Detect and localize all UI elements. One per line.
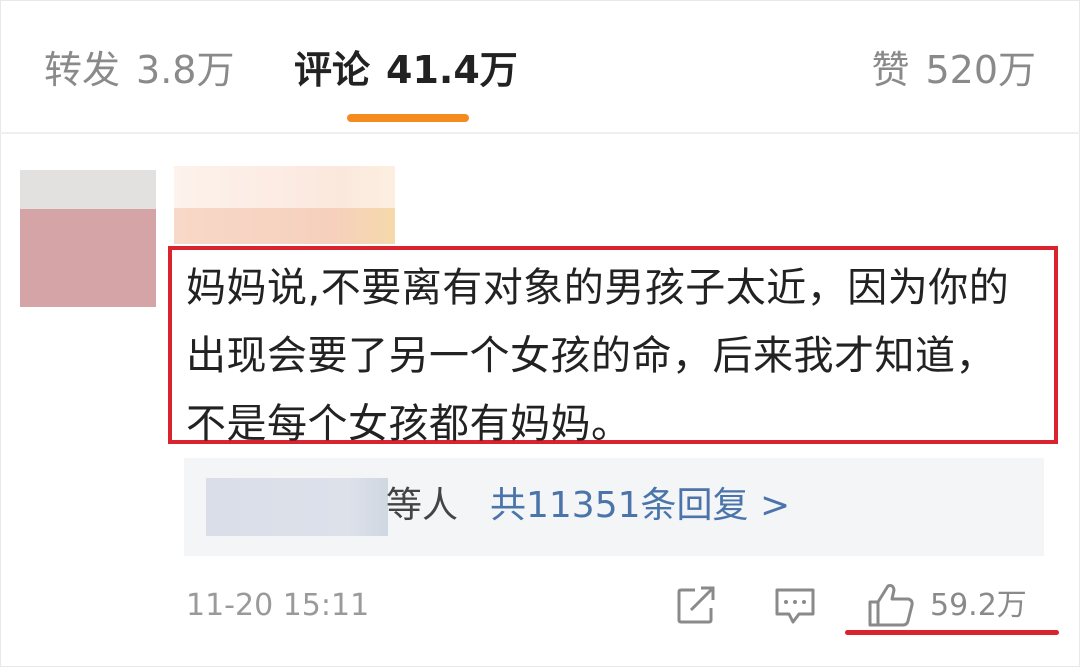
tab-repost[interactable]: 转发 3.8万 [44, 44, 234, 96]
tab-likes-count: 520万 [925, 48, 1036, 92]
commenter-name-blurred[interactable] [174, 166, 395, 244]
tab-likes[interactable]: 赞 520万 [871, 44, 1036, 96]
active-tab-indicator [347, 114, 469, 122]
thumbs-up-icon[interactable] [866, 582, 916, 628]
tab-repost-count: 3.8万 [136, 48, 235, 92]
replies-summary[interactable]: 等人 共11351条回复 > [184, 458, 1044, 556]
share-icon[interactable] [675, 586, 719, 626]
comment-icon[interactable] [773, 586, 817, 626]
tab-comments-label: 评论 [294, 48, 371, 92]
view-replies-link[interactable]: 共11351条回复 > [490, 480, 790, 532]
tab-repost-label: 转发 [44, 48, 121, 92]
tab-likes-label: 赞 [871, 48, 910, 92]
comment-timestamp: 11-20 15:11 [186, 588, 370, 623]
comment-text: 妈妈说,不要离有对象的男孩子太近，因为你的出现会要了另一个女孩的命，后来我才知道… [186, 265, 1010, 447]
like-count: 59.2万 [930, 588, 1027, 623]
commenter-avatar-blurred[interactable] [20, 170, 156, 307]
tab-comments[interactable]: 评论 41.4万 [294, 44, 518, 96]
tab-bar: 转发 3.8万 评论 41.4万 赞 520万 [0, 0, 1080, 134]
like-highlight-underline [845, 630, 1059, 635]
tab-comments-count: 41.4万 [386, 48, 518, 92]
reply-authors-blurred [206, 478, 388, 536]
reply-by-label: 等人 [386, 485, 459, 526]
